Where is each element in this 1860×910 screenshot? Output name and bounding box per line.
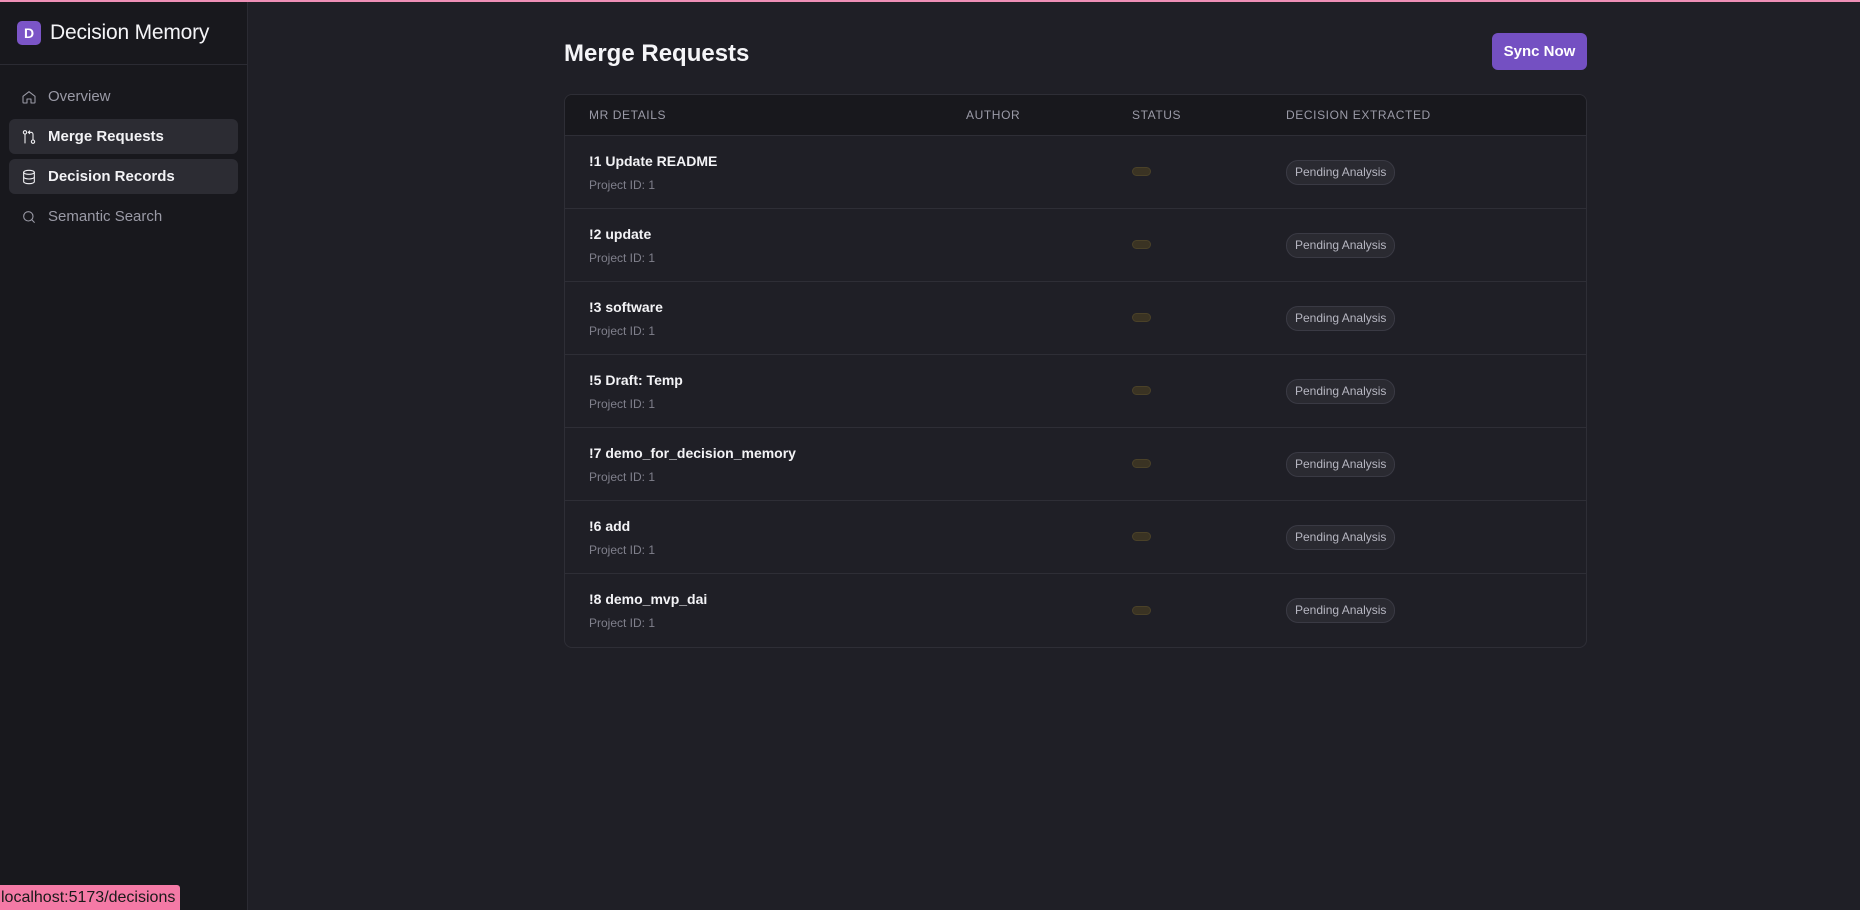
status-cell (1132, 455, 1286, 473)
status-cell (1132, 309, 1286, 327)
mr-project-id: Project ID: 1 (589, 323, 656, 338)
sidebar-item-label: Overview (48, 88, 111, 105)
decision-badge: Pending Analysis (1286, 451, 1396, 477)
table-row[interactable]: !2 update Project ID: 1 Pending Analysis (565, 209, 1586, 282)
decision-badge: Pending Analysis (1286, 598, 1396, 623)
status-cell (1132, 528, 1286, 546)
decision-badge: Pending Analysis (1286, 305, 1396, 331)
decision-badge: Pending Analysis (1286, 524, 1396, 550)
brand-logo: D (17, 21, 41, 45)
mr-details-cell: !3 software Project ID: 1 (565, 299, 966, 338)
brand[interactable]: D Decision Memory (0, 2, 247, 65)
decision-cell: Pending Analysis (1286, 451, 1586, 477)
sidebar-item-label: Decision Records (48, 168, 175, 185)
mr-project-id: Project ID: 1 (589, 396, 656, 411)
app-root: D Decision Memory Overview Merge Request… (0, 2, 1860, 910)
brand-name: Decision Memory (50, 21, 210, 44)
status-cell (1132, 163, 1286, 181)
status-cell (1132, 602, 1286, 620)
status-pill (1132, 313, 1151, 322)
sidebar-item-label: Merge Requests (48, 128, 164, 145)
mr-title[interactable]: !6 add (589, 518, 966, 534)
decision-cell: Pending Analysis (1286, 598, 1586, 623)
column-header-author: AUTHOR (966, 108, 1021, 122)
mr-details-cell: !8 demo_mvp_dai Project ID: 1 (565, 591, 966, 630)
decision-badge: Pending Analysis (1286, 159, 1396, 185)
page-header: Merge Requests Sync Now (564, 2, 1587, 94)
content-area: Merge Requests Sync Now MR DETAILS AUTHO… (564, 2, 1587, 648)
sidebar: D Decision Memory Overview Merge Request… (0, 2, 248, 910)
mr-title[interactable]: !2 update (589, 226, 966, 242)
column-header-mr-details: MR DETAILS (589, 108, 667, 122)
decision-cell: Pending Analysis (1286, 524, 1586, 550)
sidebar-item-decision-records[interactable]: Decision Records (9, 159, 238, 194)
status-pill (1132, 459, 1151, 468)
decision-cell: Pending Analysis (1286, 232, 1586, 258)
mr-title[interactable]: !5 Draft: Temp (589, 372, 966, 388)
column-header-status: STATUS (1132, 108, 1182, 122)
mr-project-id: Project ID: 1 (589, 250, 656, 265)
sidebar-item-merge-requests[interactable]: Merge Requests (9, 119, 238, 154)
database-icon (21, 169, 37, 185)
git-merge-icon (21, 129, 37, 145)
sidebar-item-semantic-search[interactable]: Semantic Search (9, 199, 238, 234)
status-pill (1132, 605, 1151, 615)
sync-now-button[interactable]: Sync Now (1492, 33, 1587, 70)
decision-cell: Pending Analysis (1286, 159, 1586, 185)
mr-details-cell: !1 Update README Project ID: 1 (565, 153, 966, 192)
mr-project-id: Project ID: 1 (589, 616, 656, 630)
merge-requests-table: MR DETAILS AUTHOR STATUS DECISION EXTRAC… (564, 94, 1587, 648)
mr-details-cell: !7 demo_for_decision_memory Project ID: … (565, 445, 966, 484)
table-header: MR DETAILS AUTHOR STATUS DECISION EXTRAC… (565, 95, 1586, 136)
status-pill (1132, 167, 1151, 176)
status-url-tooltip: localhost:5173/decisions (0, 885, 181, 910)
table-row[interactable]: !1 Update README Project ID: 1 Pending A… (565, 136, 1586, 209)
mr-details-cell: !6 add Project ID: 1 (565, 518, 966, 557)
mr-title[interactable]: !1 Update README (589, 153, 966, 169)
status-cell (1132, 382, 1286, 400)
mr-details-cell: !2 update Project ID: 1 (565, 226, 966, 265)
status-cell (1132, 236, 1286, 254)
sidebar-item-overview[interactable]: Overview (9, 79, 238, 114)
status-pill (1132, 240, 1151, 249)
mr-project-id: Project ID: 1 (589, 469, 656, 484)
home-icon (21, 89, 37, 105)
mr-title[interactable]: !3 software (589, 299, 966, 315)
table-row[interactable]: !8 demo_mvp_dai Project ID: 1 Pending An… (565, 574, 1586, 647)
mr-details-cell: !5 Draft: Temp Project ID: 1 (565, 372, 966, 411)
table-row[interactable]: !5 Draft: Temp Project ID: 1 Pending Ana… (565, 355, 1586, 428)
page-title: Merge Requests (564, 40, 750, 67)
sidebar-nav: Overview Merge Requests Decision Records… (0, 65, 247, 234)
decision-badge: Pending Analysis (1286, 232, 1396, 258)
decision-cell: Pending Analysis (1286, 378, 1586, 404)
table-row[interactable]: !6 add Project ID: 1 Pending Analysis (565, 501, 1586, 574)
mr-project-id: Project ID: 1 (589, 542, 656, 557)
table-row[interactable]: !7 demo_for_decision_memory Project ID: … (565, 428, 1586, 501)
decision-badge: Pending Analysis (1286, 378, 1396, 404)
search-icon (21, 209, 37, 225)
mr-project-id: Project ID: 1 (589, 177, 656, 192)
status-pill (1132, 386, 1151, 395)
decision-cell: Pending Analysis (1286, 305, 1586, 331)
column-header-decision-extracted: DECISION EXTRACTED (1286, 108, 1431, 122)
sidebar-item-label: Semantic Search (48, 208, 163, 225)
mr-title[interactable]: !7 demo_for_decision_memory (589, 445, 966, 461)
mr-title[interactable]: !8 demo_mvp_dai (589, 591, 966, 607)
main-content: Merge Requests Sync Now MR DETAILS AUTHO… (248, 2, 1860, 910)
table-row[interactable]: !3 software Project ID: 1 Pending Analys… (565, 282, 1586, 355)
status-pill (1132, 532, 1151, 541)
